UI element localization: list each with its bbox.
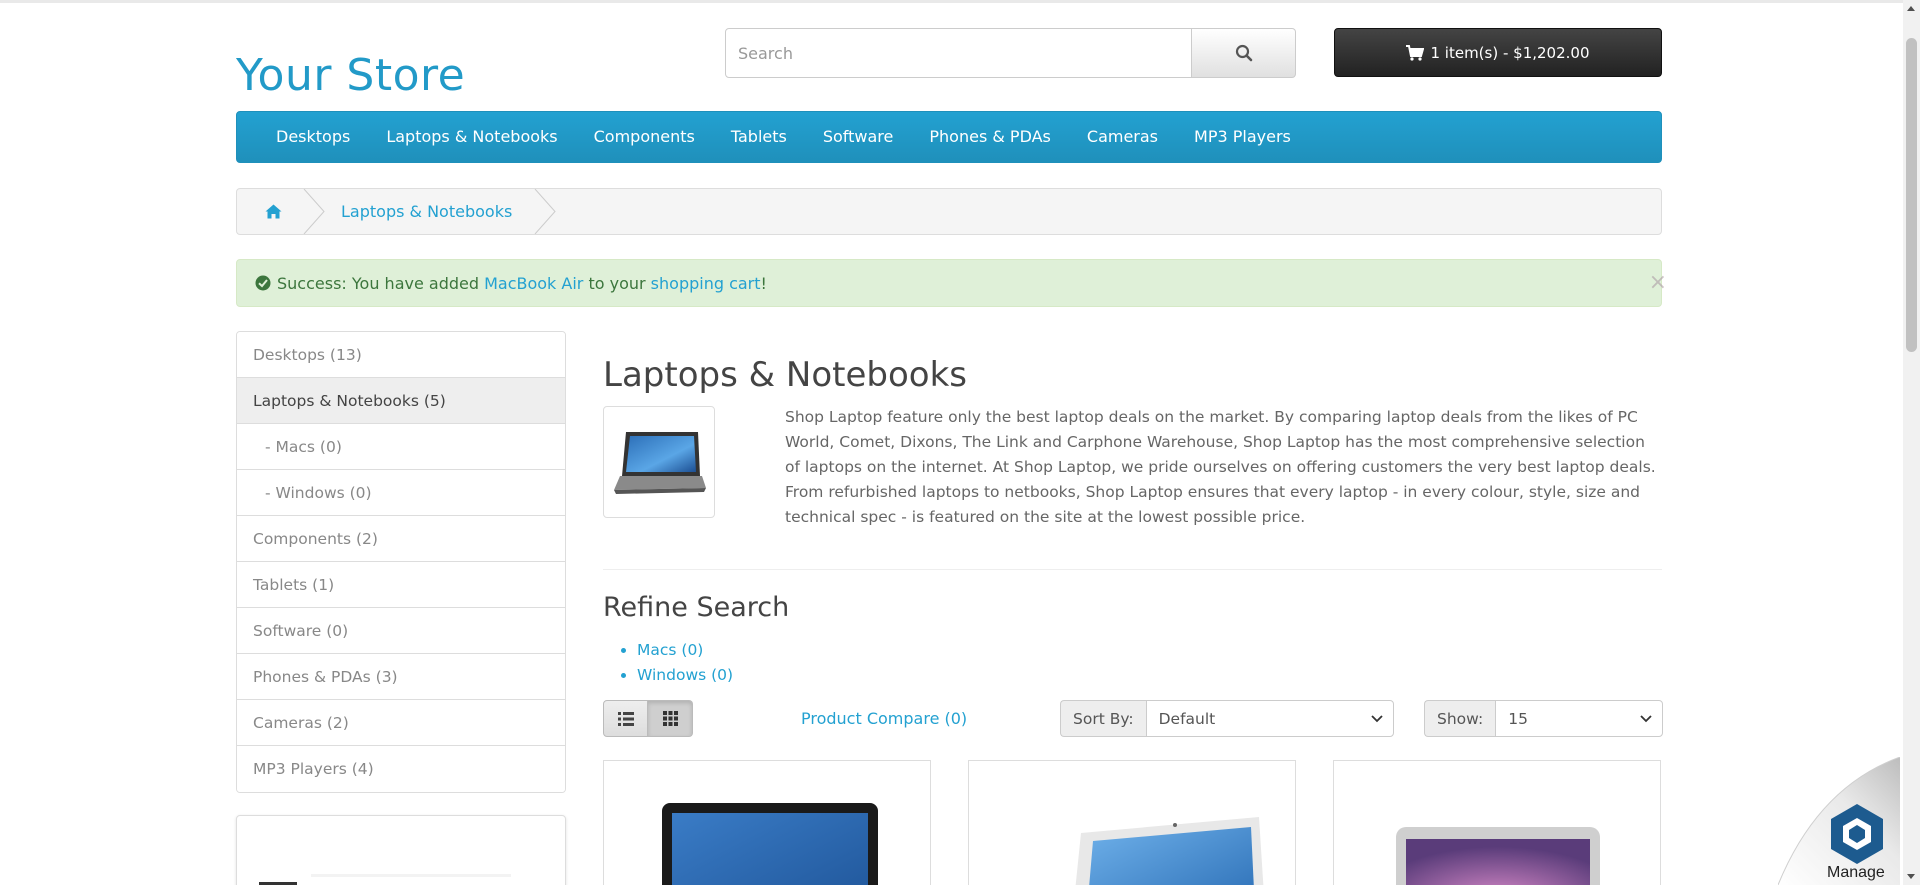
breadcrumb-home[interactable] <box>237 189 309 234</box>
menu-item-components[interactable]: Components <box>576 111 713 163</box>
search-bar <box>725 28 1296 78</box>
chevron-down-icon <box>1640 714 1652 722</box>
list-icon <box>617 711 634 726</box>
close-icon[interactable]: × <box>1649 270 1667 295</box>
category-description: Shop Laptop feature only the best laptop… <box>785 408 1656 526</box>
product-card[interactable] <box>1333 760 1661 885</box>
breadcrumb-link[interactable]: Laptops & Notebooks <box>341 202 512 221</box>
sort-select[interactable]: Default <box>1145 700 1394 737</box>
show-select[interactable]: 15 <box>1495 700 1664 737</box>
shopping-cart-icon <box>1406 44 1425 61</box>
category-item-software[interactable]: Software (0) <box>237 608 565 654</box>
banner-image <box>259 874 511 885</box>
category-item-laptops[interactable]: Laptops & Notebooks (5) <box>237 378 565 424</box>
sort-control: Sort By: Default <box>1060 700 1394 737</box>
list-view-button[interactable] <box>603 700 648 737</box>
product-card[interactable] <box>603 760 931 885</box>
page-scrollbar[interactable] <box>1903 0 1920 885</box>
menu-item-mp3[interactable]: MP3 Players <box>1176 111 1309 163</box>
list-item: Macs (0) <box>637 638 733 663</box>
alert-cart-link[interactable]: shopping cart <box>651 274 761 293</box>
hexagon-logo-icon <box>1831 804 1883 864</box>
cart-total: 1 item(s) - $1,202.00 <box>1430 43 1590 62</box>
scroll-up-arrow[interactable] <box>1907 6 1915 11</box>
cart-button[interactable]: 1 item(s) - $1,202.00 <box>1334 28 1662 77</box>
category-item-desktops[interactable]: Desktops (13) <box>237 332 565 378</box>
product-image <box>1396 827 1600 885</box>
menu-item-software[interactable]: Software <box>805 111 912 163</box>
category-item-cameras[interactable]: Cameras (2) <box>237 700 565 746</box>
success-alert: Success: You have added MacBook Air to y… <box>236 259 1667 307</box>
breadcrumb: Laptops & Notebooks <box>236 188 1662 235</box>
grid-icon <box>662 711 678 726</box>
show-label: Show: <box>1424 700 1496 737</box>
category-item-components[interactable]: Components (2) <box>237 516 565 562</box>
menu-item-laptops[interactable]: Laptops & Notebooks <box>368 111 575 163</box>
page-title: Laptops & Notebooks <box>603 355 967 395</box>
menu-item-tablets[interactable]: Tablets <box>713 111 805 163</box>
alert-product-link[interactable]: MacBook Air <box>484 274 583 293</box>
search-input[interactable] <box>725 28 1192 78</box>
product-compare-link[interactable]: Product Compare (0) <box>801 709 967 728</box>
laptop-image <box>614 432 706 494</box>
search-icon <box>1235 44 1252 62</box>
check-circle-icon <box>255 275 271 291</box>
category-image <box>603 406 715 518</box>
breadcrumb-current[interactable]: Laptops & Notebooks <box>325 189 540 234</box>
menu-item-cameras[interactable]: Cameras <box>1069 111 1176 163</box>
product-image <box>662 803 878 885</box>
chevron-down-icon <box>1370 714 1383 722</box>
alert-prefix: Success: You have added <box>277 273 485 293</box>
category-item-mp3[interactable]: MP3 Players (4) <box>237 746 565 792</box>
category-item-macs[interactable]: - Macs (0) <box>237 424 565 470</box>
top-border <box>0 0 1920 3</box>
refine-link-macs[interactable]: Macs (0) <box>637 641 703 659</box>
divider <box>603 569 1662 570</box>
store-logo[interactable]: Your Store <box>236 50 465 101</box>
grid-view-button[interactable] <box>648 700 693 737</box>
menu-item-desktops[interactable]: Desktops <box>258 111 368 163</box>
scroll-down-arrow[interactable] <box>1907 874 1915 879</box>
manage-label[interactable]: Manage <box>1827 864 1885 882</box>
home-icon <box>265 204 281 219</box>
refine-list: Macs (0) Windows (0) <box>637 638 733 688</box>
sidebar-banner[interactable] <box>236 815 566 885</box>
product-card[interactable] <box>968 760 1296 885</box>
show-control: Show: 15 <box>1424 700 1664 737</box>
main-menu: Desktops Laptops & Notebooks Components … <box>236 111 1662 163</box>
alert-middle: to your <box>583 273 651 293</box>
search-button[interactable] <box>1192 28 1296 78</box>
view-toggle <box>603 700 693 737</box>
category-item-tablets[interactable]: Tablets (1) <box>237 562 565 608</box>
refine-search-title: Refine Search <box>603 592 790 623</box>
category-item-windows[interactable]: - Windows (0) <box>237 470 565 516</box>
product-image <box>1075 817 1264 885</box>
category-list: Desktops (13) Laptops & Notebooks (5) - … <box>236 331 566 793</box>
refine-link-windows[interactable]: Windows (0) <box>637 666 733 684</box>
scroll-thumb[interactable] <box>1906 38 1917 352</box>
sort-value: Default <box>1158 709 1216 728</box>
alert-suffix: ! <box>760 273 767 293</box>
menu-item-phones[interactable]: Phones & PDAs <box>911 111 1069 163</box>
list-item: Windows (0) <box>637 663 733 688</box>
show-value: 15 <box>1508 709 1528 728</box>
category-item-phones[interactable]: Phones & PDAs (3) <box>237 654 565 700</box>
sort-label: Sort By: <box>1060 700 1146 737</box>
